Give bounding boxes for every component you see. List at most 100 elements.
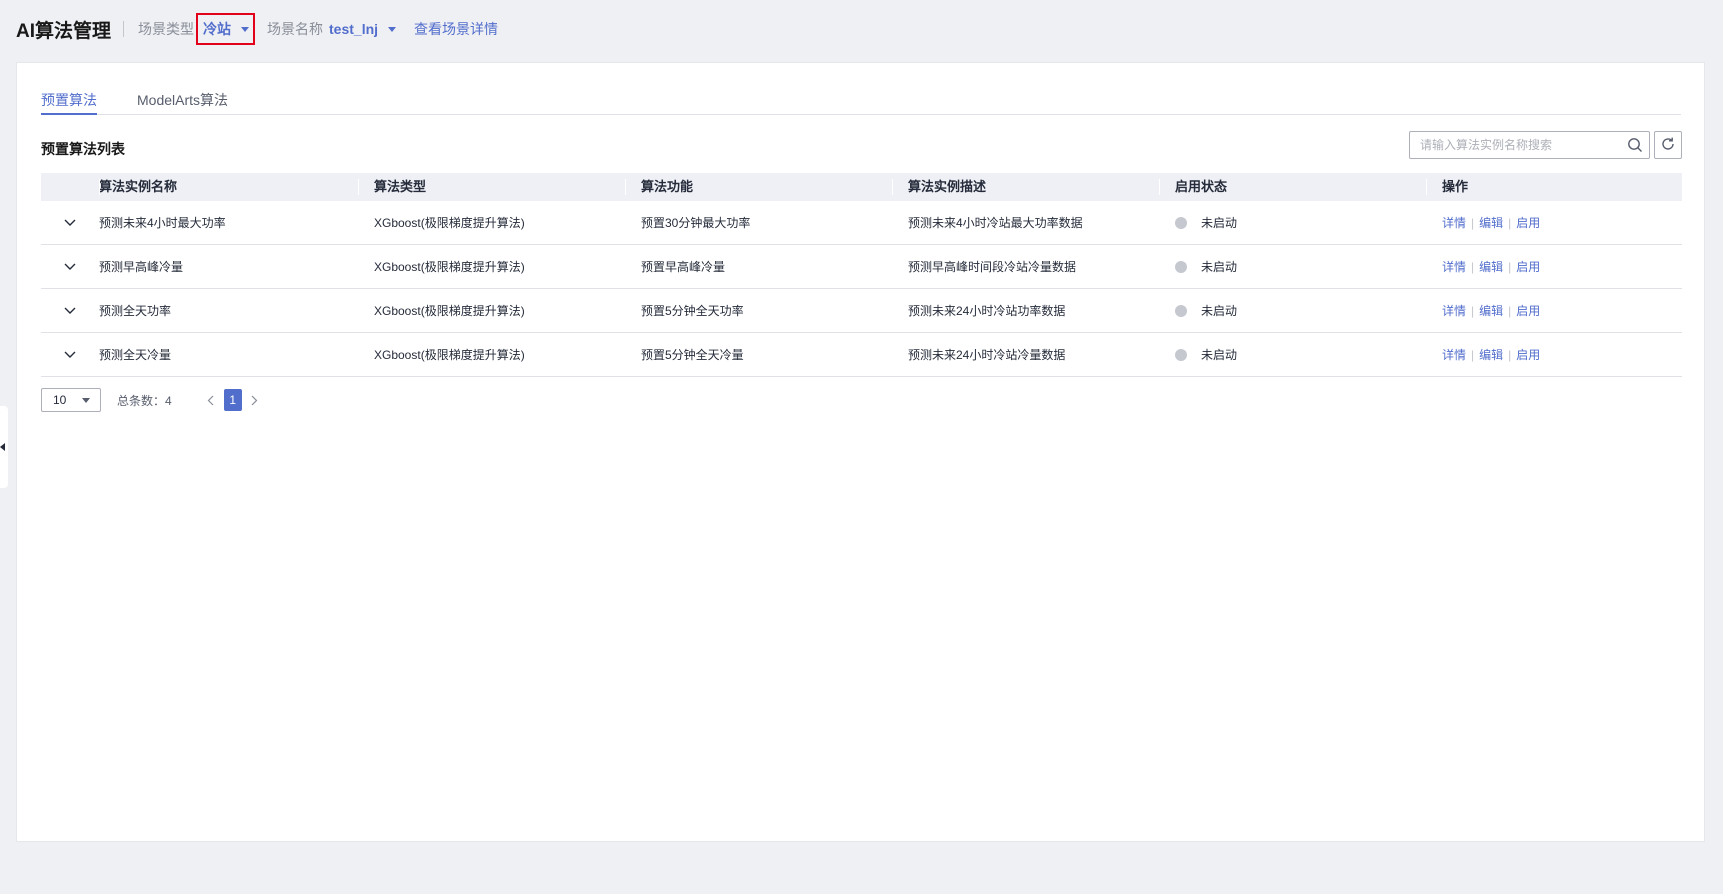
chevron-right-icon xyxy=(251,395,258,405)
status-text: 未启动 xyxy=(1201,304,1238,318)
refresh-button[interactable] xyxy=(1654,131,1682,159)
column-header-type: 算法类型 xyxy=(358,173,625,201)
cell-status: 未启动 xyxy=(1159,302,1426,319)
chevron-left-icon xyxy=(207,395,214,405)
scene-type-value: 冷站 xyxy=(203,21,232,37)
cell-name: 预测早高峰冷量 xyxy=(99,260,184,274)
op-divider: | xyxy=(1508,216,1512,230)
cell-operations: 详情 | 编辑 | 启用 xyxy=(1426,214,1682,231)
edit-link[interactable]: 编辑 xyxy=(1479,348,1503,362)
chevron-down-icon xyxy=(64,263,76,270)
op-divider: | xyxy=(1471,348,1475,362)
cell-operations: 详情 | 编辑 | 启用 xyxy=(1426,302,1682,319)
chevron-down-icon xyxy=(82,397,90,403)
page-size-value: 10 xyxy=(53,393,67,407)
column-header-function: 算法功能 xyxy=(625,173,892,201)
column-header-operations: 操作 xyxy=(1426,173,1682,201)
chevron-down-icon xyxy=(241,26,250,32)
detail-link[interactable]: 详情 xyxy=(1442,348,1466,362)
cell-function: 预置早高峰冷量 xyxy=(641,260,726,274)
table-row: 预测未来4小时最大功率 XGboost(极限梯度提升算法) 预置30分钟最大功率… xyxy=(41,201,1682,245)
status-dot-icon xyxy=(1175,348,1187,361)
op-divider: | xyxy=(1471,260,1475,274)
status-text: 未启动 xyxy=(1201,260,1238,274)
enable-link[interactable]: 启用 xyxy=(1516,348,1540,362)
table-header: 算法实例名称 算法类型 算法功能 算法实例描述 启用状态 操作 xyxy=(41,173,1682,201)
cell-status: 未启动 xyxy=(1159,214,1426,231)
tab-modelarts-algorithms[interactable]: ModelArts算法 xyxy=(137,81,228,115)
tab-preset-algorithms[interactable]: 预置算法 xyxy=(41,81,97,115)
cell-type: XGboost(极限梯度提升算法) xyxy=(374,260,525,274)
sidebar-collapse-toggle[interactable] xyxy=(0,406,8,488)
status-dot-icon xyxy=(1175,260,1187,273)
op-divider: | xyxy=(1508,348,1512,362)
page-title: AI算法管理 xyxy=(16,20,112,42)
page-size-select[interactable]: 10 xyxy=(41,388,101,412)
scene-name-label: 场景名称 xyxy=(267,21,324,37)
scene-name-value: test_lnj xyxy=(329,21,379,37)
title-divider xyxy=(123,21,125,37)
cell-operations: 详情 | 编辑 | 启用 xyxy=(1426,258,1682,275)
view-scene-detail-link[interactable]: 查看场景详情 xyxy=(414,19,498,39)
expand-row-button[interactable] xyxy=(41,333,99,377)
cell-name: 预测未来4小时最大功率 xyxy=(99,216,226,230)
pagination: 10 总条数：4 1 xyxy=(41,388,262,412)
cell-description: 预测未来4小时冷站最大功率数据 xyxy=(908,216,1083,230)
cell-operations: 详情 | 编辑 | 启用 xyxy=(1426,346,1682,363)
cell-type: XGboost(极限梯度提升算法) xyxy=(374,216,525,230)
collapse-left-icon xyxy=(0,443,5,451)
column-header-expand xyxy=(41,173,99,201)
cell-type: XGboost(极限梯度提升算法) xyxy=(374,304,525,318)
cell-status: 未启动 xyxy=(1159,346,1426,363)
column-header-status: 启用状态 xyxy=(1159,173,1426,201)
cell-description: 预测早高峰时间段冷站冷量数据 xyxy=(908,260,1077,274)
scene-type-dropdown[interactable]: 冷站 xyxy=(196,13,256,45)
cell-name: 预测全天冷量 xyxy=(99,348,172,362)
edit-link[interactable]: 编辑 xyxy=(1479,260,1503,274)
column-header-description: 算法实例描述 xyxy=(892,173,1159,201)
scene-type-label: 场景类型 xyxy=(138,21,195,37)
op-divider: | xyxy=(1471,304,1475,318)
status-dot-icon xyxy=(1175,216,1187,229)
next-page-button[interactable] xyxy=(248,390,262,410)
edit-link[interactable]: 编辑 xyxy=(1479,216,1503,230)
enable-link[interactable]: 启用 xyxy=(1516,216,1540,230)
search-box xyxy=(1409,131,1650,159)
cell-function: 预置30分钟最大功率 xyxy=(641,216,751,230)
cell-status: 未启动 xyxy=(1159,258,1426,275)
cell-function: 预置5分钟全天功率 xyxy=(641,304,744,318)
op-divider: | xyxy=(1508,304,1512,318)
scene-name-dropdown[interactable]: test_lnj xyxy=(323,21,397,37)
search-icon[interactable] xyxy=(1621,132,1649,158)
detail-link[interactable]: 详情 xyxy=(1442,216,1466,230)
table-row: 预测全天冷量 XGboost(极限梯度提升算法) 预置5分钟全天冷量 预测未来2… xyxy=(41,333,1682,377)
prev-page-button[interactable] xyxy=(204,390,218,410)
main-panel: 预置算法 ModelArts算法 预置算法列表 算法实例名称 算法类型 算法功能… xyxy=(16,62,1705,842)
status-text: 未启动 xyxy=(1201,348,1238,362)
chevron-down-icon xyxy=(64,351,76,358)
cell-name: 预测全天功率 xyxy=(99,304,172,318)
cell-type: XGboost(极限梯度提升算法) xyxy=(374,348,525,362)
chevron-down-icon xyxy=(64,219,76,226)
cell-description: 预测未来24小时冷站冷量数据 xyxy=(908,348,1066,362)
list-title: 预置算法列表 xyxy=(41,141,125,157)
expand-row-button[interactable] xyxy=(41,245,99,289)
total-count: 总条数：4 xyxy=(117,393,172,408)
search-input[interactable] xyxy=(1410,132,1621,158)
enable-link[interactable]: 启用 xyxy=(1516,304,1540,318)
cell-function: 预置5分钟全天冷量 xyxy=(641,348,744,362)
enable-link[interactable]: 启用 xyxy=(1516,260,1540,274)
column-header-name: 算法实例名称 xyxy=(99,173,358,201)
cell-description: 预测未来24小时冷站功率数据 xyxy=(908,304,1066,318)
refresh-icon xyxy=(1660,136,1676,155)
page-number-current[interactable]: 1 xyxy=(223,389,242,411)
detail-link[interactable]: 详情 xyxy=(1442,260,1466,274)
table-row: 预测全天功率 XGboost(极限梯度提升算法) 预置5分钟全天功率 预测未来2… xyxy=(41,289,1682,333)
chevron-down-icon xyxy=(388,26,397,32)
op-divider: | xyxy=(1508,260,1512,274)
detail-link[interactable]: 详情 xyxy=(1442,304,1466,318)
status-dot-icon xyxy=(1175,304,1187,317)
expand-row-button[interactable] xyxy=(41,201,99,245)
expand-row-button[interactable] xyxy=(41,289,99,333)
edit-link[interactable]: 编辑 xyxy=(1479,304,1503,318)
